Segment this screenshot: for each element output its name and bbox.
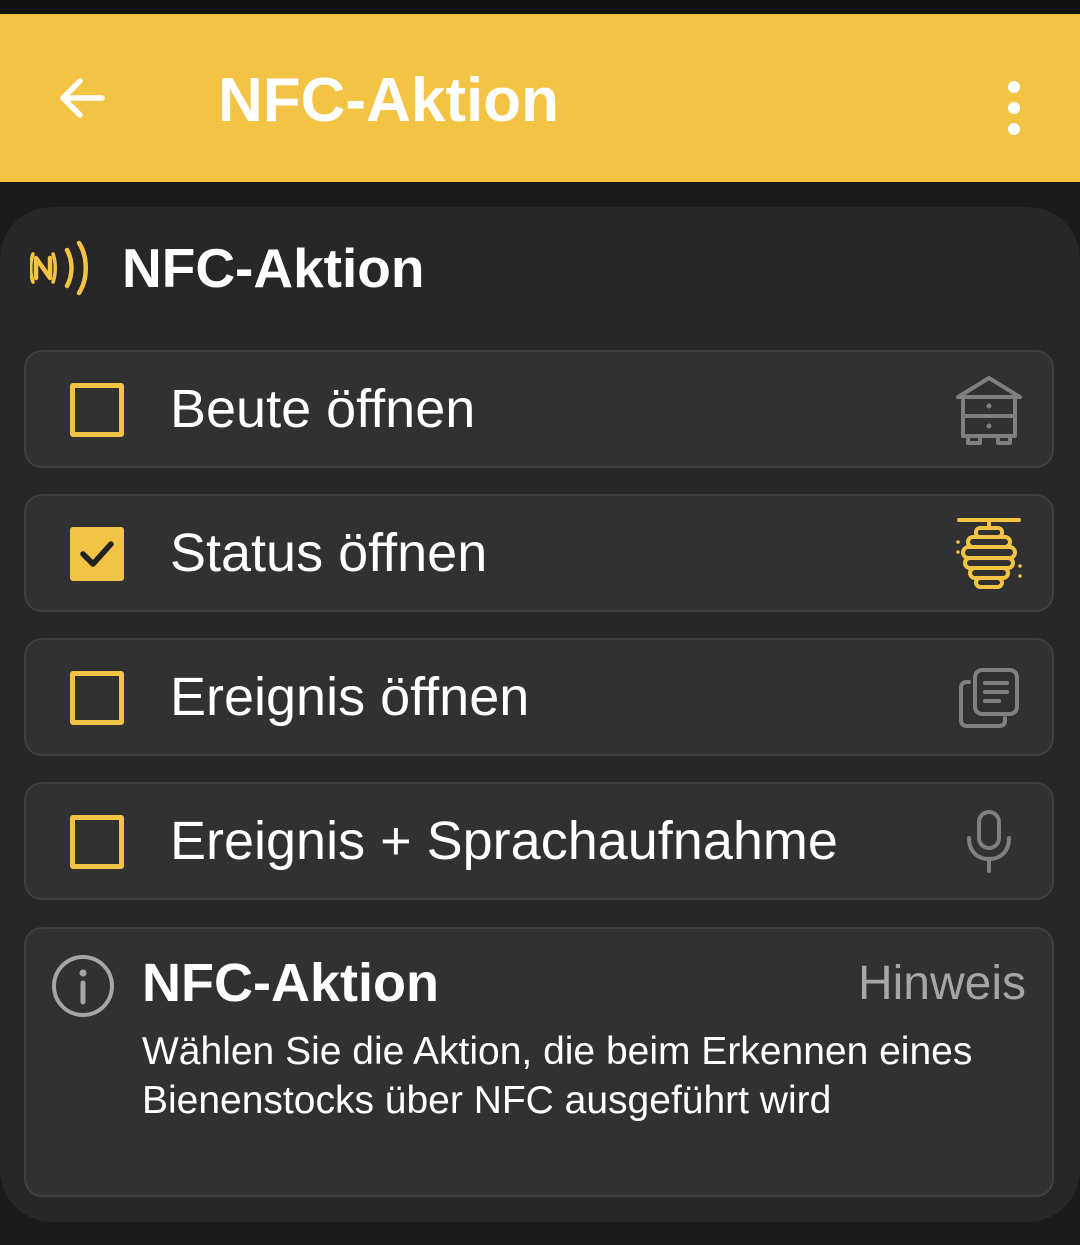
option-label: Ereignis öffnen — [170, 667, 530, 727]
check-icon — [80, 541, 114, 567]
more-options-button[interactable] — [985, 68, 1043, 148]
option-icon-container — [952, 516, 1026, 592]
option-icon-container — [952, 372, 1026, 448]
option-ereignis-sprachaufnahme[interactable]: Ereignis + Sprachaufnahme — [24, 782, 1054, 900]
microphone-icon — [967, 810, 1011, 873]
option-ereignis-oeffnen[interactable]: Ereignis öffnen — [24, 638, 1054, 756]
arrow-left-icon — [60, 78, 105, 118]
checkbox-unchecked[interactable] — [70, 383, 124, 437]
option-label: Beute öffnen — [170, 379, 476, 439]
card-header: NFC-Aktion — [30, 237, 424, 299]
info-title: NFC-Aktion — [142, 953, 439, 1013]
option-beute-oeffnen[interactable]: Beute öffnen — [24, 350, 1054, 468]
checkbox-checked[interactable] — [70, 527, 124, 581]
status-bar — [0, 0, 1080, 14]
page-title: NFC-Aktion — [218, 66, 559, 135]
checkbox-unchecked[interactable] — [70, 671, 124, 725]
nfc-icon — [30, 240, 88, 296]
info-hint-label: Hinweis — [857, 957, 1026, 1010]
info-description: Wählen Sie die Aktion, die beim Erkennen… — [142, 1030, 973, 1122]
option-icon-container — [952, 804, 1026, 880]
info-hint-box: NFC-Aktion Hinweis Wählen Sie die Aktion… — [24, 927, 1054, 1197]
card-title: NFC-Aktion — [122, 237, 425, 299]
nfc-action-card: NFC-Aktion Beute öffnen Status öffnen Er… — [0, 207, 1080, 1222]
option-status-oeffnen[interactable]: Status öffnen — [24, 494, 1054, 612]
option-label: Ereignis + Sprachaufnahme — [170, 811, 838, 871]
info-icon — [52, 955, 114, 1017]
option-label: Status öffnen — [170, 523, 488, 583]
option-icon-container — [952, 660, 1026, 736]
checkbox-unchecked[interactable] — [70, 815, 124, 869]
beehive-box-icon — [956, 376, 1022, 445]
beehive-skep-icon — [956, 518, 1022, 589]
app-bar: NFC-Aktion — [0, 14, 1080, 182]
back-button[interactable] — [42, 58, 122, 138]
documents-icon — [959, 668, 1019, 728]
more-vertical-icon — [1008, 81, 1020, 135]
